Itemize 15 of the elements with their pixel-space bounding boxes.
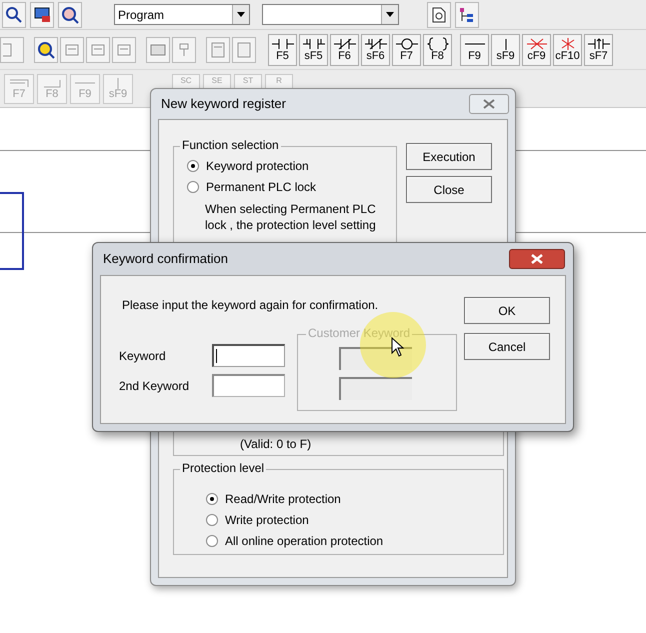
- field-label: Keyword: [119, 348, 167, 364]
- note-text: (Valid: 0 to F): [240, 438, 312, 450]
- note-text: lock , the protection level setting: [205, 217, 377, 233]
- note-text: When selecting Permanent PLC: [205, 201, 377, 217]
- radio-label: Read/Write protection: [225, 490, 341, 508]
- window-title: New keyword register: [161, 95, 286, 114]
- group-title: Protection level: [180, 462, 266, 474]
- radio-label: Permanent PLC lock: [206, 178, 316, 196]
- message-text: Please input the keyword again for confirmation.: [122, 297, 378, 314]
- radio-label: Write protection: [225, 512, 309, 528]
- group-title: Function selection: [180, 139, 281, 151]
- window-title: Keyword confirmation: [103, 250, 228, 268]
- radio-label: All online operation protection: [225, 532, 384, 550]
- field-label: 2nd Keyword: [119, 378, 190, 394]
- radio-label: Keyword protection: [206, 158, 309, 174]
